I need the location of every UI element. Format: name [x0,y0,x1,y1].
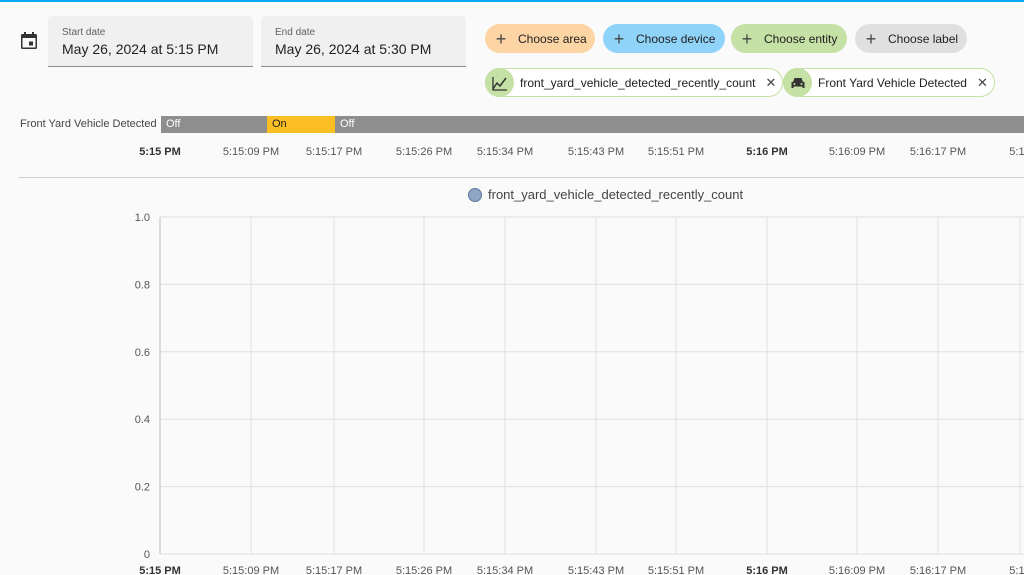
timeline-tick-label: 5:15:17 PM [305,146,363,158]
choose-device-label: Choose device [636,31,716,46]
chart-x-tick-label: 5:15:26 PM [396,565,452,575]
choose-entity-button[interactable]: + Choose entity [731,24,847,53]
plus-icon: + [741,28,753,49]
selected-entity-label: Front Yard Vehicle Detected [818,75,967,90]
chart-y-tick-label: 0.4 [135,414,150,426]
timeline-tick-label: 5:15 PM [139,146,181,158]
selected-entity-chip[interactable]: front_yard_vehicle_detected_recently_cou… [485,68,784,97]
chart-x-tick-label: 5:15:09 PM [223,565,279,575]
chart-y-tick-label: 0.2 [135,482,150,494]
timeline-segment-off[interactable]: Off [335,116,1024,133]
timeline-tick-label: 5:16 [1009,146,1024,158]
plus-icon: + [613,28,625,49]
chart-x-tick-label: 5:15:17 PM [306,565,362,575]
end-date-label: End date [275,27,316,38]
calendar-icon[interactable] [19,31,39,51]
chart-x-tick-label: 5:16 PM [746,565,788,575]
chart-x-tick-label: 5:16:09 PM [829,565,885,575]
start-date-value: May 26, 2024 at 5:15 PM [62,41,219,57]
choose-label-label: Choose label [888,31,959,46]
timeline-entity-name: Front Yard Vehicle Detected [20,118,157,130]
remove-chip-icon[interactable]: ✕ [977,75,988,91]
history-line-chart[interactable]: 1.0 0.8 0.6 0.4 0.2 0 5:15 PM 5:15:09 PM 5:15:17… [0,200,1024,575]
timeline-tick-label: 5:15:09 PM [222,146,280,158]
choose-area-label: Choose area [518,31,587,46]
chart-x-tick-label: 5:15:43 PM [568,565,624,575]
chart-x-tick-label: 5:15:34 PM [477,565,533,575]
chart-x-tick-label: 5:15:51 PM [648,565,704,575]
chart-x-tick-label: 5:15 PM [139,565,181,575]
chart-y-tick-label: 0.8 [135,279,150,291]
choose-area-button[interactable]: + Choose area [485,24,595,53]
timeline-tick-label: 5:16:17 PM [909,146,967,158]
end-date-field[interactable]: End date May 26, 2024 at 5:30 PM [261,16,466,67]
start-date-field[interactable]: Start date May 26, 2024 at 5:15 PM [48,16,253,67]
timeline-segment-on[interactable]: On [267,116,335,133]
selected-entity-chip[interactable]: Front Yard Vehicle Detected ✕ [783,68,995,97]
timeline-tick-label: 5:16 PM [746,146,788,158]
start-date-label: Start date [62,27,106,38]
choose-label-button[interactable]: + Choose label [855,24,967,53]
chart-x-tick-label: 5:16 [1009,565,1024,575]
timeline-tick-label: 5:16:09 PM [828,146,886,158]
end-date-value: May 26, 2024 at 5:30 PM [275,41,432,57]
remove-chip-icon[interactable]: ✕ [766,75,777,91]
selected-entity-label: front_yard_vehicle_detected_recently_cou… [520,75,756,90]
timeline-tick-label: 5:15:26 PM [395,146,453,158]
chart-y-tick-label: 0.6 [135,347,150,359]
timeline-segment-off[interactable]: Off [161,116,267,133]
plus-icon: + [865,28,877,49]
choose-device-button[interactable]: + Choose device [603,24,725,53]
chart-y-tick-label: 0 [144,549,150,561]
choose-entity-label: Choose entity [764,31,838,46]
top-accent-line [0,0,1024,2]
timeline-tick-label: 5:15:43 PM [567,146,625,158]
chart-y-tick-label: 1.0 [135,212,150,224]
section-divider [18,177,1024,178]
car-icon [783,68,812,97]
plus-icon: + [495,28,507,49]
chart-line-icon [485,68,514,97]
chart-x-tick-label: 5:16:17 PM [910,565,966,575]
timeline-tick-label: 5:15:51 PM [647,146,705,158]
timeline-tick-label: 5:15:34 PM [476,146,534,158]
